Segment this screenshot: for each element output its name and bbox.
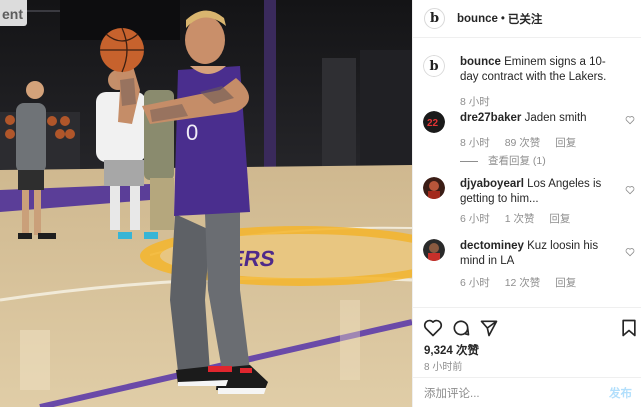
dre27baker-avatar[interactable]: 22 bbox=[423, 111, 445, 133]
caption-time[interactable]: 8 小时 bbox=[460, 96, 490, 108]
comment-body: Jaden smith bbox=[524, 112, 587, 124]
post-side-panel: b bounce • 已关注 b bounce Eminem signs a 1… bbox=[412, 0, 641, 407]
post-timestamp[interactable]: 8 小时前 bbox=[424, 358, 462, 373]
comment-bubble-icon[interactable] bbox=[451, 318, 471, 338]
watermark: ent bbox=[0, 0, 27, 26]
caption-meta: 8 小时 bbox=[460, 94, 502, 109]
post-actions: 9,324 次赞 8 小时前 bbox=[413, 307, 641, 377]
post-header: b bounce • 已关注 bbox=[413, 0, 641, 38]
djyaboyearl-avatar[interactable] bbox=[423, 177, 445, 199]
comment-text: djyaboyearl Los Angeles is getting to hi… bbox=[460, 177, 618, 206]
bounce-avatar[interactable]: b bbox=[424, 8, 445, 29]
following-status-button[interactable]: 已关注 bbox=[508, 11, 543, 27]
caption-username[interactable]: bounce bbox=[460, 56, 501, 68]
comment-meta: 6 小时 1 次赞 回复 bbox=[460, 211, 582, 226]
dectominey-avatar[interactable] bbox=[423, 239, 445, 261]
comment-like-heart-icon[interactable] bbox=[625, 247, 635, 257]
comment-username[interactable]: dectominey bbox=[460, 240, 524, 252]
comment-time[interactable]: 8 小时 bbox=[460, 137, 490, 149]
jersey-number: 0 bbox=[186, 120, 198, 145]
action-icon-row bbox=[423, 318, 636, 338]
bookmark-icon[interactable] bbox=[619, 318, 639, 338]
comment-text: dre27baker Jaden smith bbox=[460, 111, 618, 126]
comment-reply-button[interactable]: 回复 bbox=[555, 277, 576, 289]
comment-reply-button[interactable]: 回复 bbox=[549, 213, 570, 225]
comment-input[interactable]: 添加评论... bbox=[424, 385, 480, 401]
comment-meta: 6 小时 12 次赞 回复 bbox=[460, 275, 588, 290]
caption-avatar[interactable]: b bbox=[423, 55, 445, 77]
header-separator: • bbox=[500, 12, 505, 25]
caption-text: bounce Eminem signs a 10-day contract wi… bbox=[460, 55, 618, 84]
avatar-jersey-text: 22 bbox=[427, 118, 439, 129]
post-comment-button[interactable]: 发布 bbox=[609, 385, 632, 401]
paper-plane-icon[interactable] bbox=[479, 318, 499, 338]
post-author-username[interactable]: bounce bbox=[457, 13, 498, 25]
likes-count[interactable]: 9,324 次赞 bbox=[424, 342, 479, 358]
view-replies-button[interactable]: 查看回复 (1) bbox=[460, 153, 546, 168]
post-photo: LAKERS 0 bbox=[0, 0, 412, 407]
comment-username[interactable]: djyaboyearl bbox=[460, 178, 524, 190]
view-replies-label: 查看回复 (1) bbox=[488, 155, 546, 167]
comment-meta: 8 小时 89 次赞 回复 bbox=[460, 135, 588, 150]
comment-like-heart-icon[interactable] bbox=[625, 115, 635, 125]
comments-list[interactable]: b bounce Eminem signs a 10-day contract … bbox=[413, 39, 641, 307]
heart-icon[interactable] bbox=[423, 318, 443, 338]
comment-time[interactable]: 6 小时 bbox=[460, 213, 490, 225]
add-comment-bar: 添加评论... 发布 bbox=[413, 377, 641, 407]
comment-likes[interactable]: 89 次赞 bbox=[505, 137, 541, 149]
replies-divider bbox=[460, 160, 478, 162]
comment-reply-button[interactable]: 回复 bbox=[555, 137, 576, 149]
comment-time[interactable]: 6 小时 bbox=[460, 277, 490, 289]
comment-username[interactable]: dre27baker bbox=[460, 112, 521, 124]
comment-likes[interactable]: 12 次赞 bbox=[505, 277, 541, 289]
comment-likes[interactable]: 1 次赞 bbox=[505, 213, 535, 225]
comment-text: dectominey Kuz loosin his mind in LA bbox=[460, 239, 618, 268]
basketball-practice-photo: LAKERS 0 bbox=[0, 0, 412, 407]
comment-like-heart-icon[interactable] bbox=[625, 185, 635, 195]
